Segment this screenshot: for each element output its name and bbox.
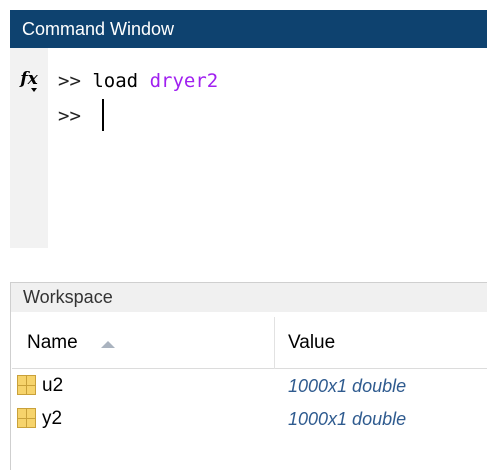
command-argument: dryer2 bbox=[149, 70, 219, 92]
command-keyword: load bbox=[92, 70, 139, 92]
workspace-table[interactable]: Name Value u2 1000x1 double y2 1000x1 do… bbox=[10, 312, 487, 470]
command-window-panel[interactable]: Command Window fx >> load dryer2 >> bbox=[10, 10, 487, 248]
prompt-symbol: >> bbox=[58, 105, 81, 127]
column-divider[interactable] bbox=[274, 317, 275, 369]
workspace-table-header: Name Value bbox=[12, 317, 487, 369]
variable-name: y2 bbox=[42, 408, 63, 429]
command-window-title: Command Window bbox=[10, 10, 487, 48]
workspace-panel[interactable]: Workspace Name Value u2 1000x1 double y2… bbox=[10, 282, 487, 470]
command-input-line[interactable]: >> bbox=[58, 104, 81, 128]
function-browser-icon[interactable]: fx bbox=[10, 69, 48, 89]
table-row[interactable]: u2 1000x1 double bbox=[12, 371, 487, 401]
workspace-title: Workspace bbox=[10, 282, 487, 312]
column-header-value[interactable]: Value bbox=[288, 317, 335, 369]
command-history-line: >> load dryer2 bbox=[58, 69, 218, 93]
column-header-name[interactable]: Name bbox=[27, 317, 78, 369]
variable-value: 1000x1 double bbox=[288, 409, 407, 429]
text-cursor bbox=[102, 99, 104, 131]
variable-value: 1000x1 double bbox=[288, 376, 407, 396]
matrix-variable-icon bbox=[17, 375, 36, 395]
sort-ascending-icon[interactable] bbox=[101, 341, 115, 348]
function-browser-dropdown-icon[interactable] bbox=[31, 88, 37, 92]
prompt-symbol: >> bbox=[58, 70, 81, 92]
table-row[interactable]: y2 1000x1 double bbox=[12, 404, 487, 434]
matrix-variable-icon bbox=[17, 408, 36, 428]
variable-name: u2 bbox=[42, 375, 64, 396]
